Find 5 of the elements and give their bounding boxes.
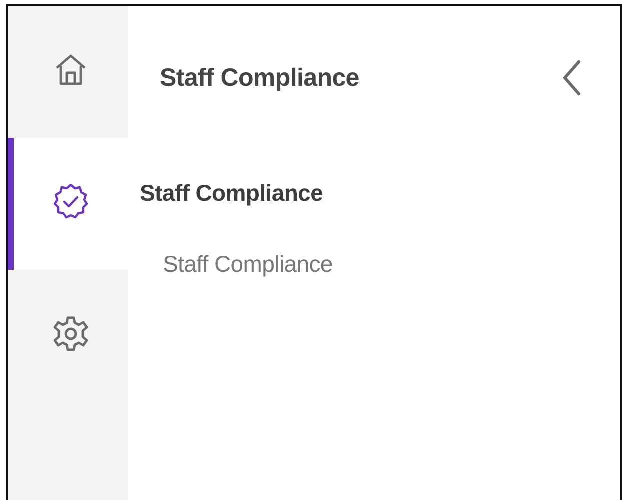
settings-icon <box>51 314 91 354</box>
menu-link[interactable]: Staff Compliance <box>163 251 333 278</box>
panel-title: Staff Compliance <box>160 64 360 92</box>
chevron-left-icon <box>562 59 582 97</box>
section-heading: Staff Compliance <box>140 180 324 207</box>
